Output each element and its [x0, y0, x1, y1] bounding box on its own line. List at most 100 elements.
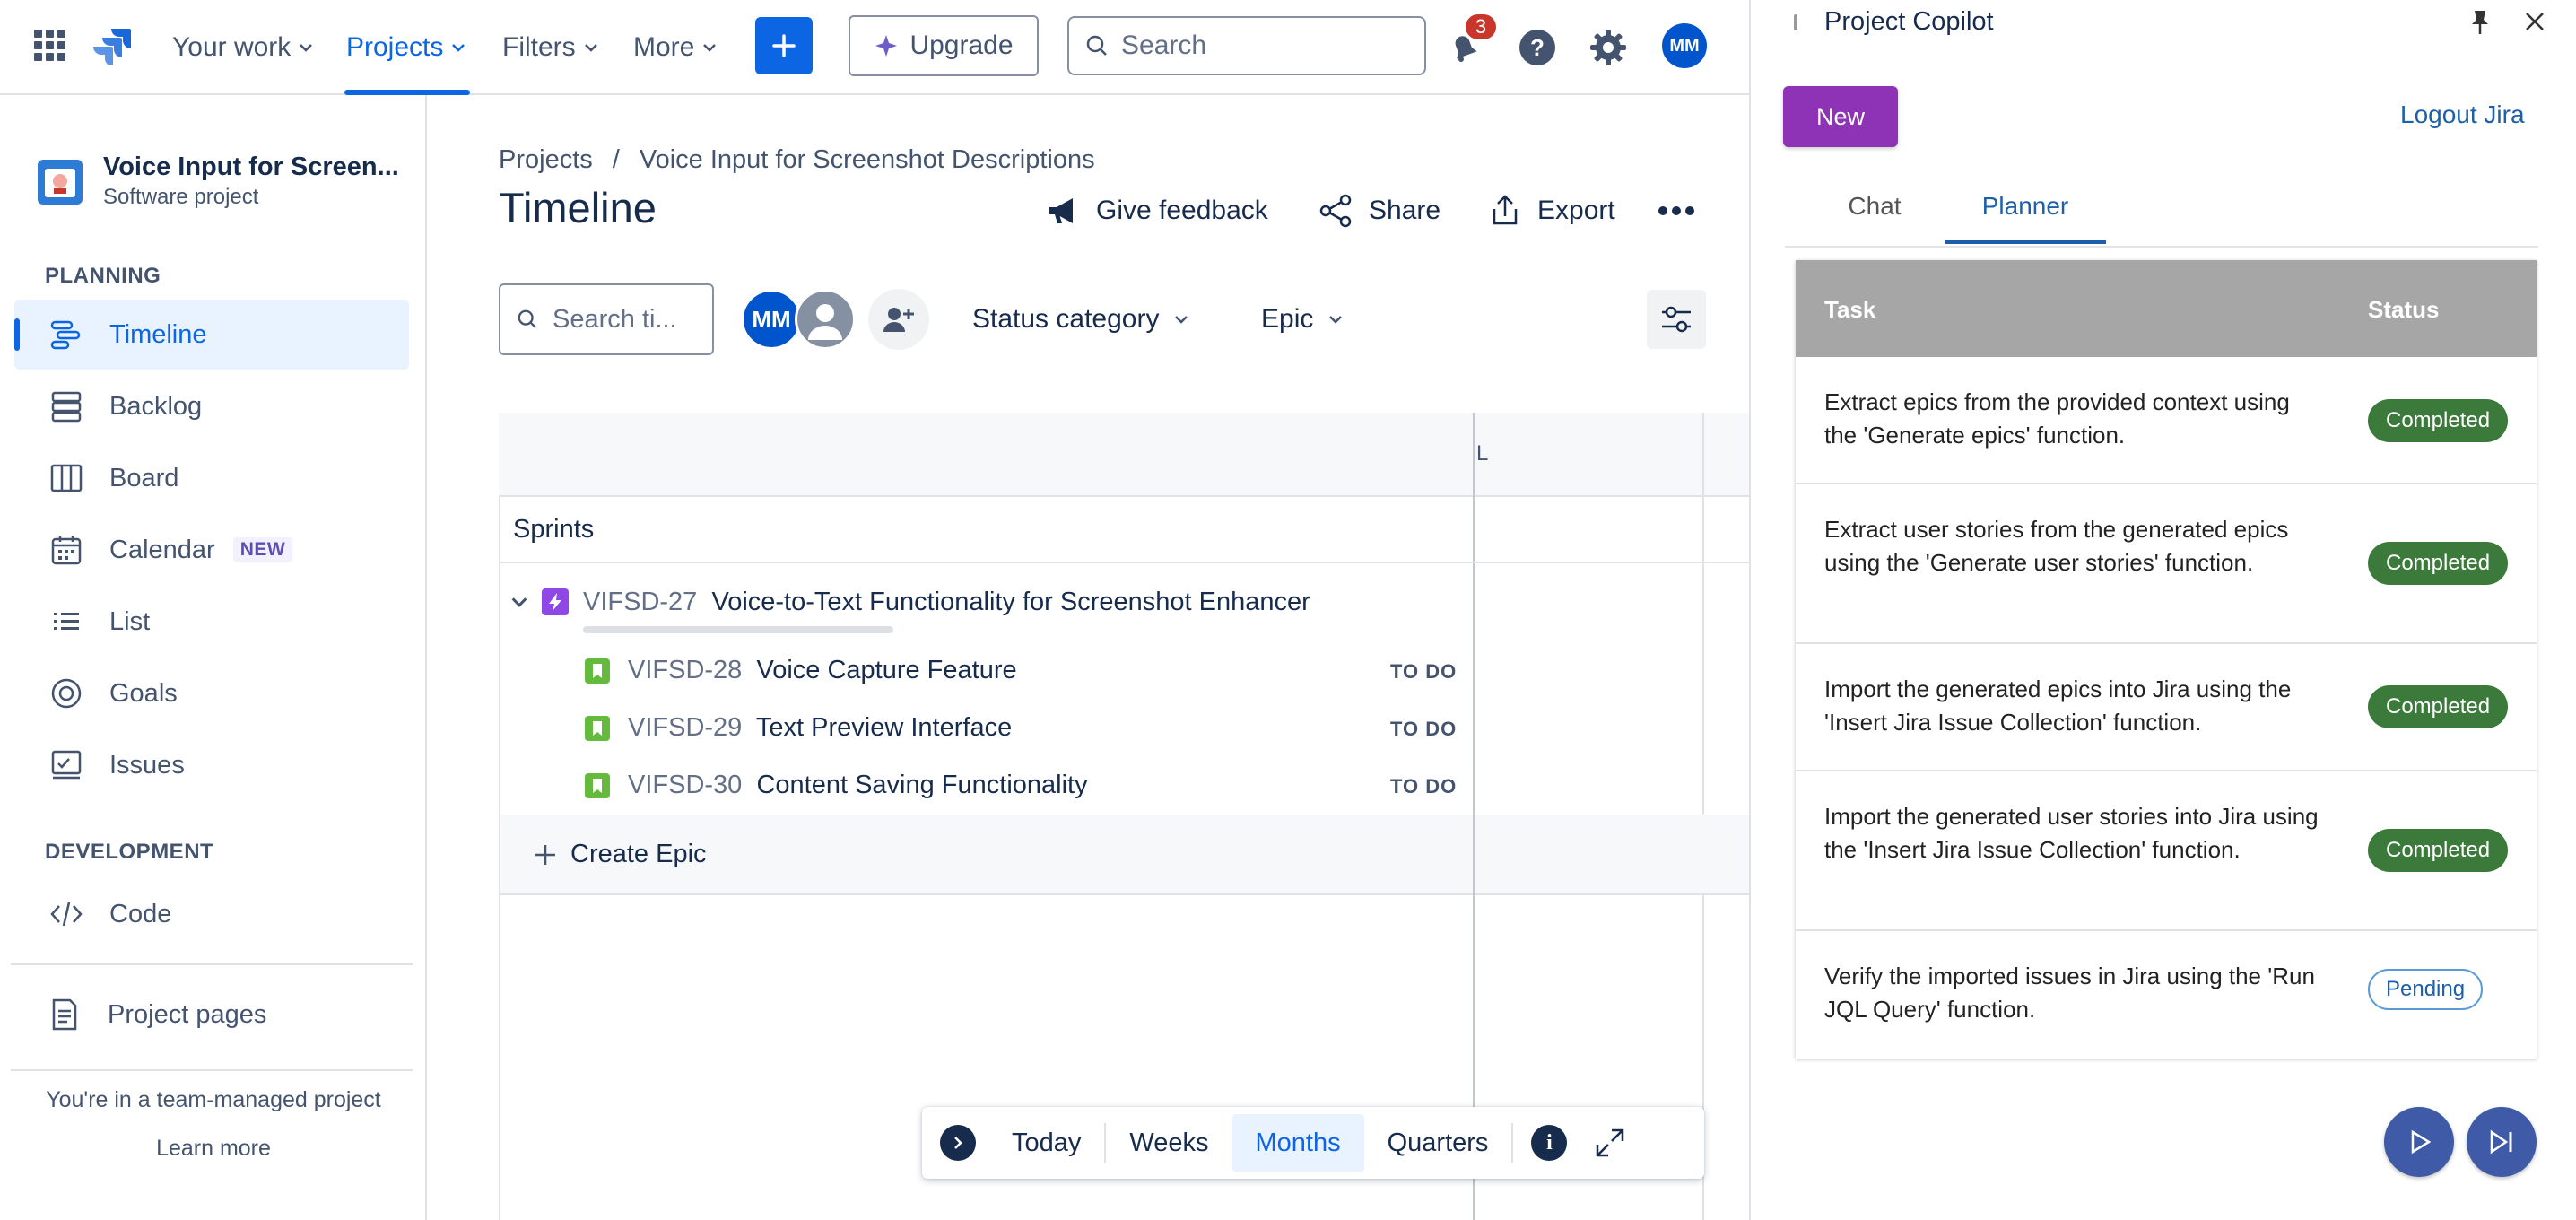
new-badge: NEW	[232, 537, 293, 562]
plus-icon	[535, 844, 555, 865]
collapse-chevron-icon[interactable]	[509, 592, 529, 612]
story-icon	[585, 716, 610, 741]
notifications-count-badge: 3	[1464, 13, 1498, 41]
status-badge: Pending	[2368, 969, 2484, 1010]
story-row[interactable]: VIFSD-30 Content Saving Functionality	[628, 771, 1088, 800]
sidebar-item-list[interactable]: List	[14, 587, 409, 657]
sidebar-item-issues[interactable]: Issues	[14, 730, 409, 800]
create-epic-button[interactable]: Create Epic	[533, 840, 707, 869]
toolbar-divider	[1511, 1123, 1514, 1163]
export-icon	[1493, 195, 1518, 225]
search-icon	[518, 309, 537, 329]
breadcrumb-projects[interactable]: Projects	[499, 145, 593, 175]
jira-logo-icon[interactable]	[93, 27, 131, 65]
learn-more-link[interactable]: Learn more	[0, 1136, 427, 1162]
new-chat-button[interactable]: New	[1783, 86, 1898, 147]
development-section-header: DEVELOPMENT	[45, 840, 214, 864]
status-badge: Completed	[2368, 829, 2509, 872]
calendar-icon	[48, 532, 84, 568]
epic-filter-dropdown[interactable]: Epic	[1261, 283, 1344, 355]
sidebar-item-timeline[interactable]: Timeline	[14, 300, 409, 370]
nav-projects[interactable]: Projects	[346, 0, 466, 95]
info-icon[interactable]: i	[1531, 1125, 1568, 1161]
planner-table-header: Task Status	[1796, 260, 2537, 357]
more-actions-icon[interactable]	[1658, 205, 1695, 217]
active-item-indicator	[14, 318, 20, 351]
logout-jira-link[interactable]: Logout Jira	[2400, 100, 2525, 129]
settings-gear-icon[interactable]	[1588, 28, 1628, 67]
app-switcher-icon[interactable]	[34, 30, 66, 62]
quarters-button[interactable]: Quarters	[1364, 1114, 1512, 1172]
story-row[interactable]: VIFSD-28 Voice Capture Feature	[628, 656, 1017, 685]
chevron-right-icon[interactable]	[940, 1125, 976, 1161]
active-tab-indicator	[1945, 240, 2106, 244]
breadcrumb-project[interactable]: Voice Input for Screenshot Descriptions	[640, 145, 1095, 175]
chevron-down-icon	[1329, 316, 1343, 324]
fullscreen-icon[interactable]	[1594, 1127, 1626, 1159]
weeks-button[interactable]: Weeks	[1106, 1114, 1231, 1172]
status-category-dropdown[interactable]: Status category	[972, 283, 1189, 355]
plus-icon	[772, 34, 796, 57]
play-icon	[2411, 1129, 2432, 1155]
project-copilot-panel: Project Copilot New Logout Jira Chat Pla…	[1749, 0, 2576, 1220]
sparkle-icon	[875, 35, 898, 57]
story-row[interactable]: VIFSD-29 Text Preview Interface	[628, 713, 1012, 743]
sidebar-item-backlog[interactable]: Backlog	[14, 371, 409, 441]
status-column-header: Status	[2368, 296, 2440, 323]
status-lozenge[interactable]: TO DO	[1390, 718, 1457, 741]
add-people-button[interactable]	[868, 289, 929, 350]
close-icon[interactable]	[2524, 11, 2546, 32]
global-search-input[interactable]: Search	[1067, 16, 1426, 75]
person-icon	[808, 304, 842, 340]
breadcrumb-separator: /	[612, 145, 620, 174]
tab-chat[interactable]: Chat	[1803, 169, 1946, 244]
sidebar-item-goals[interactable]: Goals	[14, 658, 409, 728]
timeline-search-input[interactable]: Search ti...	[499, 283, 714, 355]
sidebar-item-code[interactable]: Code	[14, 879, 409, 949]
grid-divider	[1473, 815, 1475, 895]
status-lozenge[interactable]: TO DO	[1390, 660, 1457, 684]
team-managed-note: You're in a team-managed project	[46, 1087, 381, 1112]
project-name[interactable]: Voice Input for Screen...	[103, 152, 399, 182]
sprints-row-label: Sprints	[513, 515, 595, 544]
sidebar-item-calendar[interactable]: Calendar NEW	[14, 515, 409, 585]
run-all-button[interactable]	[2467, 1107, 2537, 1177]
months-button[interactable]: Months	[1231, 1114, 1364, 1172]
nav-your-work[interactable]: Your work	[172, 0, 314, 95]
month-marker: L	[1476, 441, 1489, 466]
timeline-zoom-toolbar: Today Weeks Months Quarters i	[922, 1107, 1704, 1179]
pin-icon[interactable]	[2468, 9, 2492, 36]
project-avatar[interactable]	[38, 160, 83, 205]
epic-row[interactable]: VIFSD-27 Voice-to-Text Functionality for…	[583, 588, 1310, 617]
tab-planner[interactable]: Planner	[1945, 169, 2106, 244]
story-icon	[585, 658, 610, 684]
upgrade-button[interactable]: Upgrade	[849, 15, 1039, 76]
timeline-icon	[48, 317, 84, 353]
page-icon	[47, 997, 83, 1033]
nav-more[interactable]: More	[633, 0, 718, 95]
user-avatar[interactable]: MM	[1662, 23, 1707, 68]
export-button[interactable]: Export	[1487, 188, 1615, 233]
table-row: Extract epics from the provided context …	[1796, 357, 2537, 484]
board-icon	[48, 460, 84, 496]
story-icon	[585, 773, 610, 798]
run-step-button[interactable]	[2384, 1107, 2454, 1177]
unassigned-avatar[interactable]	[795, 289, 856, 350]
megaphone-icon	[1049, 198, 1073, 223]
drag-handle-icon[interactable]	[1794, 14, 1797, 30]
view-settings-button[interactable]	[1647, 290, 1706, 349]
sidebar-item-project-pages[interactable]: Project pages	[14, 980, 409, 1050]
planning-section-header: PLANNING	[45, 264, 161, 288]
give-feedback-button[interactable]: Give feedback	[1046, 188, 1268, 233]
nav-filters[interactable]: Filters	[502, 0, 599, 95]
today-button[interactable]: Today	[988, 1114, 1104, 1172]
chevron-down-icon	[452, 44, 466, 52]
create-button[interactable]	[755, 17, 813, 74]
share-button[interactable]: Share	[1318, 188, 1440, 233]
sidebar-item-board[interactable]: Board	[14, 443, 409, 513]
help-icon[interactable]: ?	[1518, 28, 1557, 67]
code-icon	[48, 896, 84, 932]
assignee-avatar[interactable]: MM	[741, 289, 802, 350]
top-navigation: Your work Projects Filters More Upgrade …	[0, 0, 1749, 95]
status-lozenge[interactable]: TO DO	[1390, 775, 1457, 798]
